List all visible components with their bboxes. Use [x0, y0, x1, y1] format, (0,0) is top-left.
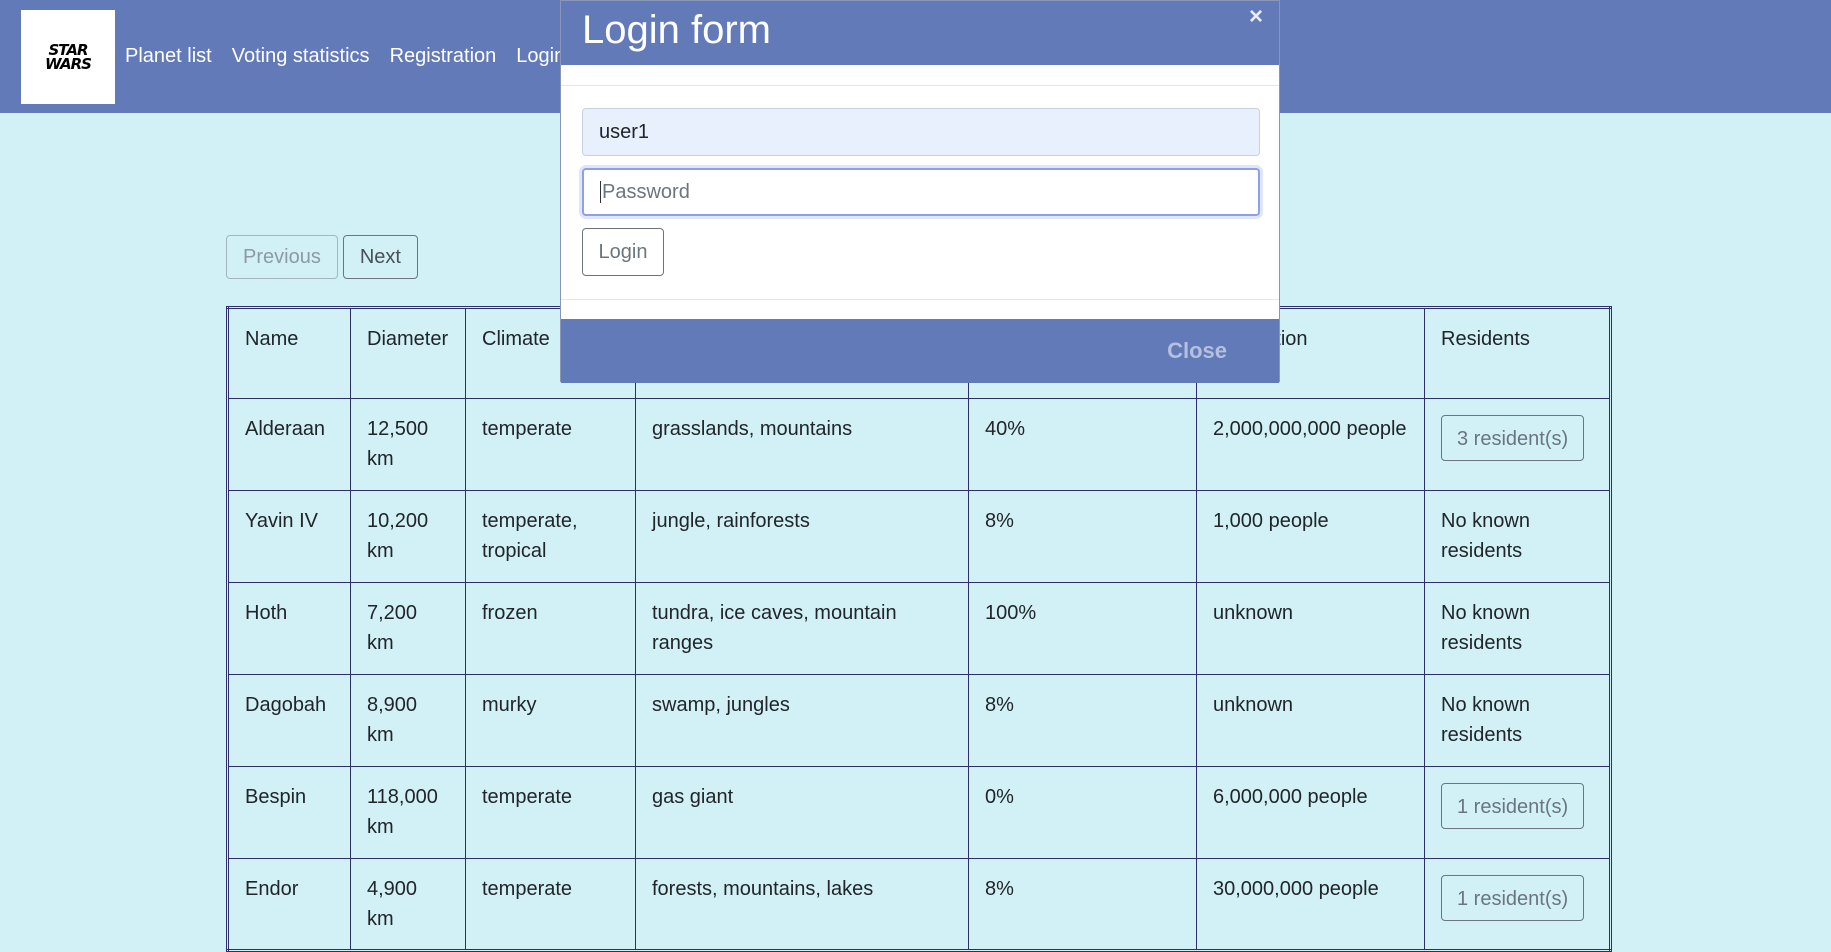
cell-residents: 1 resident(s) — [1424, 858, 1611, 951]
cell-climate: temperate — [465, 766, 636, 859]
cell-population: unknown — [1196, 582, 1425, 675]
cell-population: 2,000,000,000 people — [1196, 398, 1425, 491]
cell-climate: frozen — [465, 582, 636, 675]
modal-header: Login form × — [561, 1, 1279, 65]
cell-climate: temperate — [465, 398, 636, 491]
cell-population: unknown — [1196, 674, 1425, 767]
cell-terrain: forests, mountains, lakes — [635, 858, 969, 951]
table-row: Hoth 7,200 km frozen tundra, ice caves, mou… — [227, 582, 1611, 675]
cell-surface-water: 8% — [968, 858, 1197, 951]
cell-terrain: grasslands, mountains — [635, 398, 969, 491]
cell-climate: temperate — [465, 858, 636, 951]
username-input[interactable]: user1 — [582, 108, 1260, 156]
cell-terrain: gas giant — [635, 766, 969, 859]
cell-climate: murky — [465, 674, 636, 767]
star-wars-logo[interactable]: STAR WARS — [21, 10, 115, 104]
cell-terrain: jungle, rainforests — [635, 490, 969, 583]
nav-link-planet-list[interactable]: Planet list — [125, 45, 212, 68]
cell-name: Bespin — [227, 766, 351, 859]
cell-diameter: 7,200 km — [350, 582, 466, 675]
header-name: Name — [227, 307, 351, 399]
cell-name: Endor — [227, 858, 351, 951]
cell-name: Yavin IV — [227, 490, 351, 583]
cell-population: 1,000 people — [1196, 490, 1425, 583]
text-caret — [600, 181, 601, 203]
cell-residents: No known residents — [1424, 674, 1611, 767]
close-button[interactable]: Close — [1167, 338, 1227, 364]
table-row: Endor 4,900 km temperate forests, mountains… — [227, 858, 1611, 951]
table-row: Bespin 118,000 km temperate gas giant 0% 6,00… — [227, 766, 1611, 859]
cell-diameter: 10,200 km — [350, 490, 466, 583]
pagination: Previous Next — [226, 235, 423, 279]
cell-residents: No known residents — [1424, 490, 1611, 583]
cell-population: 30,000,000 people — [1196, 858, 1425, 951]
login-button[interactable]: Login — [582, 228, 664, 276]
planet-table: Name Diameter Climate Terrain Surface wa… — [226, 306, 1612, 952]
table-row: Yavin IV 10,200 km temperate, tropical jung… — [227, 490, 1611, 583]
cell-terrain: swamp, jungles — [635, 674, 969, 767]
modal-footer: Close — [561, 319, 1279, 383]
cell-name: Alderaan — [227, 398, 351, 491]
cell-surface-water: 40% — [968, 398, 1197, 491]
divider — [561, 85, 1279, 86]
cell-residents: 3 resident(s) — [1424, 398, 1611, 491]
modal-title: Login form — [582, 8, 771, 52]
login-modal: Login form × user1 Password Login Close — [560, 0, 1280, 383]
cell-surface-water: 8% — [968, 490, 1197, 583]
password-placeholder: Password — [602, 180, 690, 203]
nav-links: Planet list Voting statistics Registrati… — [125, 0, 585, 113]
residents-button[interactable]: 1 resident(s) — [1441, 783, 1585, 829]
cell-residents: 1 resident(s) — [1424, 766, 1611, 859]
cell-terrain: tundra, ice caves, mountain ranges — [635, 582, 969, 675]
close-icon[interactable]: × — [1249, 3, 1263, 31]
cell-name: Dagobah — [227, 674, 351, 767]
residents-button[interactable]: 3 resident(s) — [1441, 415, 1585, 461]
cell-population: 6,000,000 people — [1196, 766, 1425, 859]
cell-residents: No known residents — [1424, 582, 1611, 675]
nav-link-registration[interactable]: Registration — [390, 45, 497, 68]
cell-diameter: 118,000 km — [350, 766, 466, 859]
logo-line-2: WARS — [45, 55, 92, 73]
cell-diameter: 4,900 km — [350, 858, 466, 951]
divider — [561, 299, 1279, 300]
cell-climate: temperate, tropical — [465, 490, 636, 583]
residents-button[interactable]: 1 resident(s) — [1441, 875, 1585, 921]
cell-surface-water: 100% — [968, 582, 1197, 675]
previous-button[interactable]: Previous — [226, 235, 338, 279]
password-input[interactable]: Password — [582, 168, 1260, 216]
nav-link-voting-statistics[interactable]: Voting statistics — [232, 45, 370, 68]
cell-surface-water: 0% — [968, 766, 1197, 859]
table-row: Alderaan 12,500 km temperate grasslands, mo… — [227, 398, 1611, 491]
cell-diameter: 12,500 km — [350, 398, 466, 491]
table-row: Dagobah 8,900 km murky swamp, jungles 8% unkn… — [227, 674, 1611, 767]
nav-link-login[interactable]: Login — [516, 45, 565, 68]
cell-surface-water: 8% — [968, 674, 1197, 767]
header-diameter: Diameter — [350, 307, 466, 399]
header-residents: Residents — [1424, 307, 1611, 399]
next-button[interactable]: Next — [342, 235, 418, 279]
cell-diameter: 8,900 km — [350, 674, 466, 767]
cell-name: Hoth — [227, 582, 351, 675]
